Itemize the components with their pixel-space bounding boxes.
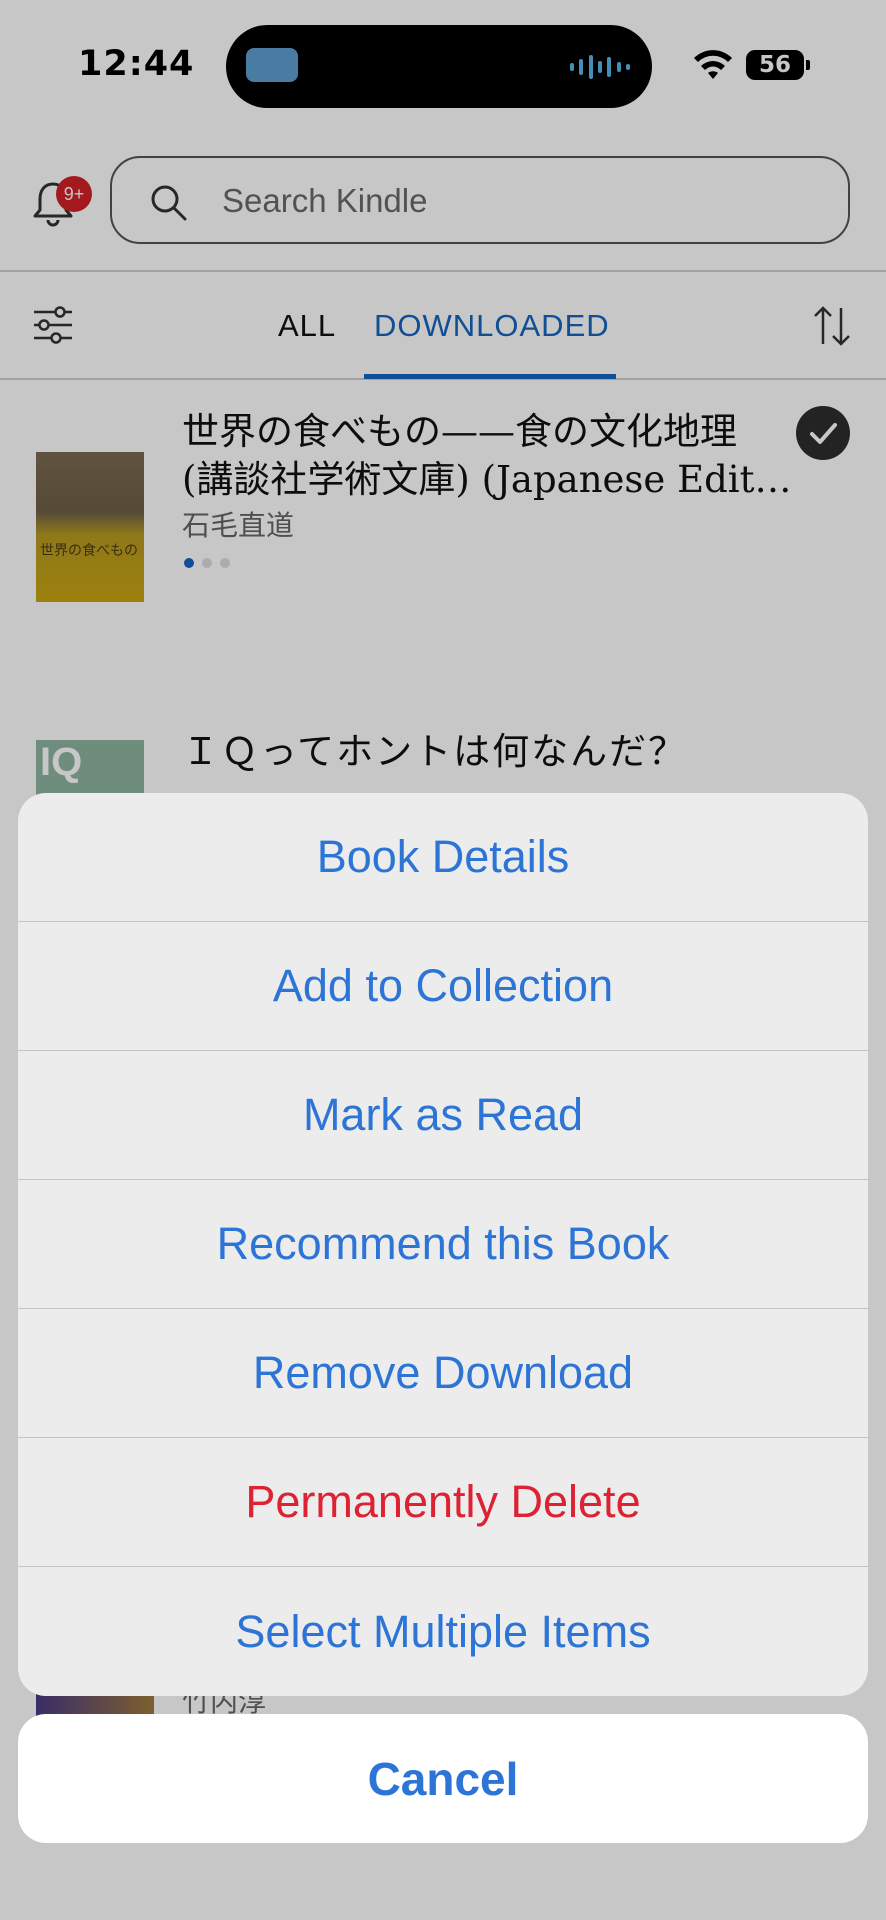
select-multiple-items-button[interactable]: Select Multiple Items bbox=[18, 1567, 868, 1696]
action-sheet: Book Details Add to Collection Mark as R… bbox=[18, 793, 868, 1696]
cancel-button[interactable]: Cancel bbox=[18, 1714, 868, 1843]
permanently-delete-button[interactable]: Permanently Delete bbox=[18, 1438, 868, 1567]
book-details-button[interactable]: Book Details bbox=[18, 793, 868, 922]
remove-download-button[interactable]: Remove Download bbox=[18, 1309, 868, 1438]
mark-as-read-button[interactable]: Mark as Read bbox=[18, 1051, 868, 1180]
recommend-book-button[interactable]: Recommend this Book bbox=[18, 1180, 868, 1309]
add-to-collection-button[interactable]: Add to Collection bbox=[18, 922, 868, 1051]
